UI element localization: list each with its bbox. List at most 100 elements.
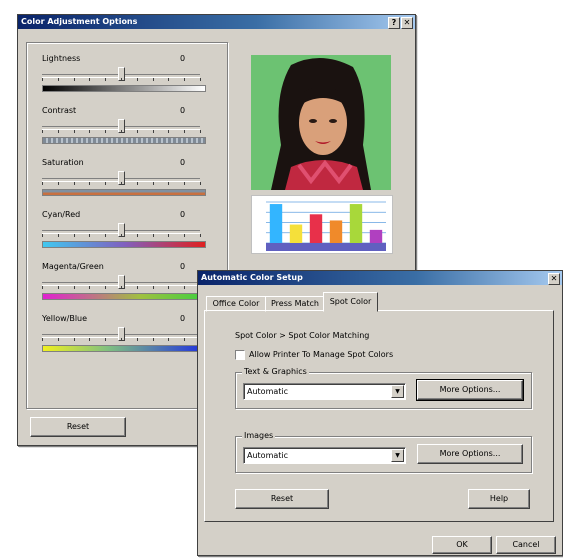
window-title: Automatic Color Setup <box>201 273 303 282</box>
help-icon[interactable]: ? <box>388 17 400 29</box>
automatic-color-setup-window: Automatic Color Setup ✕ Office Color Pre… <box>197 270 563 556</box>
preview-chart <box>251 195 393 254</box>
yellow-blue-value: 0 <box>180 314 186 323</box>
ok-button[interactable]: OK <box>432 536 492 554</box>
slider-tick <box>105 234 107 237</box>
section-heading: Spot Color > Spot Color Matching <box>235 331 370 340</box>
slider-tick <box>42 234 43 237</box>
close-icon[interactable]: ✕ <box>401 17 413 29</box>
slider-tick <box>200 234 201 237</box>
slider-tick <box>73 234 75 237</box>
slider-tick <box>136 234 138 237</box>
slider-tick <box>105 286 107 289</box>
chart-bar <box>349 204 363 243</box>
text-graphics-group-label: Text & Graphics <box>242 367 309 376</box>
slider-tick <box>73 182 75 185</box>
slider-tick <box>121 234 122 237</box>
slider-tick <box>73 286 75 289</box>
close-icon[interactable]: ✕ <box>548 273 560 285</box>
reset-button[interactable]: Reset <box>30 417 126 437</box>
slider-tick <box>57 234 59 237</box>
lightness-label: Lightness <box>42 54 81 63</box>
images-group-label: Images <box>242 431 276 440</box>
slider-tick <box>42 130 43 133</box>
cancel-button[interactable]: Cancel <box>496 536 556 554</box>
contrast-value: 0 <box>180 106 186 115</box>
images-select[interactable]: Automatic ▼ <box>243 447 406 464</box>
slider-tick <box>57 338 59 341</box>
yellow-blue-label: Yellow/Blue <box>42 314 88 323</box>
reset-button[interactable]: Reset <box>235 489 329 509</box>
cyan-red-gradient <box>42 241 206 248</box>
saturation-value: 0 <box>180 158 186 167</box>
cyan-red-label: Cyan/Red <box>42 210 81 219</box>
title-bar[interactable]: Color Adjustment Options ? ✕ <box>18 15 415 29</box>
slider-tick <box>89 78 91 81</box>
slider-tick <box>184 182 186 185</box>
cyan-red-value: 0 <box>180 210 186 219</box>
slider-tick <box>184 338 186 341</box>
slider-tick <box>73 78 75 81</box>
saturation-label: Saturation <box>42 158 84 167</box>
slider-tick <box>121 182 122 185</box>
help-button[interactable]: Help <box>468 489 530 509</box>
slider-tick <box>152 182 154 185</box>
slider-tick <box>168 338 170 341</box>
slider-tick <box>121 286 122 289</box>
slider-tick <box>73 130 75 133</box>
slider-tick <box>168 130 170 133</box>
contrast-label: Contrast <box>42 106 77 115</box>
window-title: Color Adjustment Options <box>21 17 138 26</box>
images-selected-value: Automatic <box>247 451 289 460</box>
slider-tick <box>57 286 59 289</box>
magenta-green-label: Magenta/Green <box>42 262 104 271</box>
slider-tick <box>184 286 186 289</box>
yellow-blue-gradient <box>42 345 206 352</box>
allow-printer-label: Allow Printer To Manage Spot Colors <box>249 350 394 359</box>
slider-tick <box>200 78 201 81</box>
slider-tick <box>73 338 75 341</box>
text-graphics-select[interactable]: Automatic ▼ <box>243 383 406 400</box>
chart-bar <box>369 229 383 243</box>
slider-tick <box>42 182 43 185</box>
slider-tick <box>200 182 201 185</box>
chart-axis-band <box>266 243 386 251</box>
slider-tick <box>136 286 138 289</box>
slider-tick <box>152 286 154 289</box>
tab-spot-color[interactable]: Spot Color <box>323 292 378 312</box>
chart-bar <box>289 224 303 243</box>
slider-tick <box>136 78 138 81</box>
slider-tick <box>105 182 107 185</box>
slider-tick <box>89 286 91 289</box>
slider-tick <box>57 130 59 133</box>
slider-tick <box>152 338 154 341</box>
chart-bar <box>329 220 343 243</box>
slider-tick <box>168 182 170 185</box>
slider-tick <box>42 286 43 289</box>
chevron-down-icon[interactable]: ▼ <box>391 385 404 398</box>
slider-tick <box>121 130 122 133</box>
lightness-gradient <box>42 85 206 92</box>
slider-tick <box>57 182 59 185</box>
text-graphics-more-options-button[interactable]: More Options... <box>416 379 524 401</box>
slider-tick <box>168 234 170 237</box>
slider-tick <box>168 286 170 289</box>
images-more-options-button[interactable]: More Options... <box>417 444 523 464</box>
slider-tick <box>152 78 154 81</box>
title-bar[interactable]: Automatic Color Setup ✕ <box>198 271 562 285</box>
slider-tick <box>136 338 138 341</box>
slider-tick <box>184 130 186 133</box>
slider-tick <box>121 338 122 341</box>
saturation-gradient <box>42 189 206 196</box>
chart-bar <box>269 204 283 243</box>
chevron-down-icon[interactable]: ▼ <box>391 449 404 462</box>
allow-printer-checkbox[interactable] <box>235 350 245 360</box>
slider-tick <box>89 338 91 341</box>
slider-tick <box>152 130 154 133</box>
slider-tick <box>184 78 186 81</box>
slider-tick <box>42 78 43 81</box>
slider-tick <box>105 130 107 133</box>
slider-tick <box>42 338 43 341</box>
slider-tick <box>200 130 201 133</box>
slider-tick <box>121 78 122 81</box>
